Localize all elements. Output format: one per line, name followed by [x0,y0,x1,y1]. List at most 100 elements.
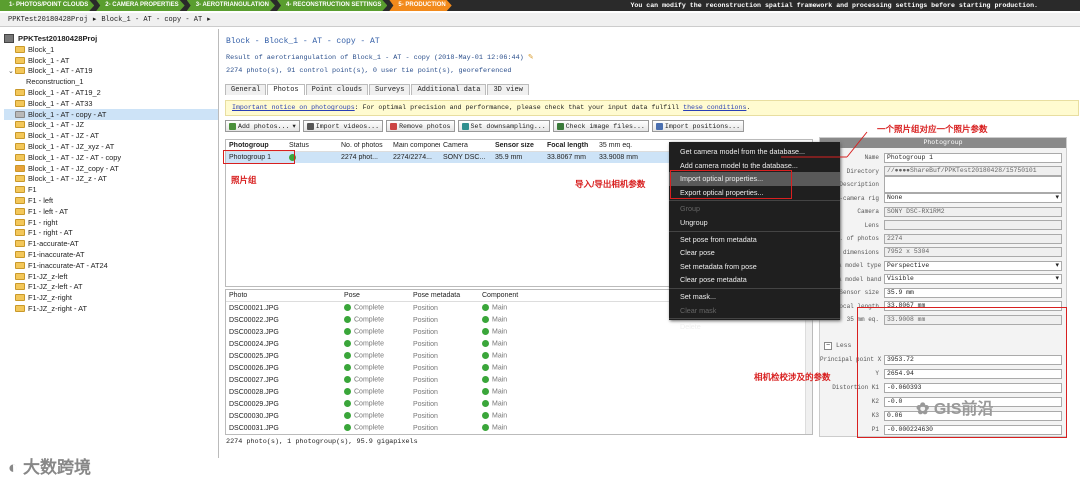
col-pose-metadata[interactable]: Pose metadata [410,292,479,299]
table-row[interactable]: DSC00024.JPG Complete Position Main [226,338,812,350]
cell-pose-metadata: Position [410,377,479,384]
table-row[interactable]: DSC00031.JPG Complete Position Main [226,422,812,434]
breadcrumb-project[interactable]: PPKTest20180428Proj [8,16,88,24]
tree-item[interactable]: F1-JZ_z-left - AT [4,282,218,293]
tab-surveys[interactable]: Surveys [369,84,411,95]
set-downsampling-button[interactable]: Set downsampling... [457,120,550,132]
tab-3d-view[interactable]: 3D view [487,84,529,95]
tree-item-label: Block_1 - AT - JZ [28,120,84,130]
tree-item[interactable]: Block_1 - AT - AT33 [4,98,218,109]
menu-item[interactable]: Set mask... [669,290,840,304]
col-pose[interactable]: Pose [341,292,410,299]
menu-item[interactable]: Delete [669,320,840,334]
col-sensor-size[interactable]: Sensor size [492,142,544,149]
import-positions-button[interactable]: Import positions... [651,120,745,132]
annotation-arrow [781,131,868,158]
property-dropdown[interactable]: None [884,193,1062,203]
tree-item[interactable]: F1-inaccurate-AT - AT24 [4,260,218,271]
menu-item[interactable]: Set metadata from pose [669,260,840,274]
property-field[interactable]: 35.9 mm [884,287,1062,298]
import-videos-button[interactable]: Import videos... [302,120,384,132]
table-row[interactable]: DSC00025.JPG Complete Position Main [226,350,812,362]
status-ok-icon [344,304,351,312]
menu-item[interactable]: Clear pose metadata [669,273,840,287]
col-no-photos[interactable]: No. of photos [338,142,390,149]
tree-item[interactable]: F1 - left - AT [4,206,218,217]
step-reconstruction-settings[interactable]: 4- RECONSTRUCTION SETTINGS [277,0,387,11]
edit-pencil-icon[interactable]: ✎ [528,54,534,62]
col-focal-length[interactable]: Focal length [544,142,596,149]
tab-additional-data[interactable]: Additional data [411,84,487,95]
property-field[interactable]: Photogroup 1 [884,152,1062,163]
tree-item[interactable]: Block_1 - AT - JZ_xyz - AT [4,141,218,152]
tree-item[interactable]: Block_1 - AT - AT19_2 [4,87,218,98]
breadcrumb-block[interactable]: Block_1 - AT - copy - AT [101,16,202,24]
menu-item[interactable]: Clear pose [669,246,840,260]
col-component[interactable]: Component [479,292,559,299]
tree-item[interactable]: Block_1 - AT - JZ - AT - copy [4,152,218,163]
col-status[interactable]: Status [286,142,338,149]
collapse-icon[interactable]: − [824,341,832,350]
property-dropdown[interactable]: Visible [884,274,1062,284]
remove-photos-button[interactable]: Remove photos [386,120,455,132]
table-row[interactable]: DSC00026.JPG Complete Position Main [226,362,812,374]
menu-item[interactable]: Set pose from metadata [669,233,840,247]
col-35mm-eq[interactable]: 35 mm eq. [596,142,656,149]
check-image-files-label: Check image files... [565,122,645,130]
cell-no-photos: 2274 phot... [341,154,378,161]
tree-item[interactable]: Block_1 [4,44,218,55]
col-camera[interactable]: Camera [440,142,492,149]
step-aerotriangulation[interactable]: 3- AEROTRIANGULATION [187,0,275,11]
cell-pose: Complete [341,340,410,348]
cell-pose: Complete [341,424,410,432]
cell-text: Main [492,352,508,360]
tab-general[interactable]: General [225,84,267,95]
tree-item[interactable]: F1-JZ_z-right [4,292,218,303]
tree-item[interactable]: F1-inaccurate-AT [4,249,218,260]
tree-item[interactable]: F1 - right - AT [4,228,218,239]
cell-photo: DSC00023.JPG [226,329,341,336]
table-row[interactable]: DSC00030.JPG Complete Position Main [226,410,812,422]
property-field[interactable] [884,176,1062,193]
tree-item[interactable]: F1-accurate-AT [4,238,218,249]
tree-item[interactable]: F1 - left [4,195,218,206]
check-image-files-button[interactable]: Check image files... [552,120,649,132]
menu-item[interactable]: Ungroup [669,216,840,230]
col-photo[interactable]: Photo [226,292,341,299]
tree-item[interactable]: F1-JZ_z-right - AT [4,303,218,314]
step-production[interactable]: 5- PRODUCTION [389,0,451,11]
tree-item[interactable]: Block_1 - AT - JZ - AT [4,130,218,141]
tree-item-label: F1-JZ_z-right [28,293,72,303]
notice-label-link[interactable]: Important notice on photogroups [232,104,355,111]
folder-icon [15,67,25,75]
tree-root[interactable]: PPKTest20180428Proj [4,33,218,44]
step-camera-properties[interactable]: 2- CAMERA PROPERTIES [96,0,184,11]
tree-item[interactable]: Reconstruction_1 [4,76,218,87]
tree-item[interactable]: Block_1 - AT - JZ [4,120,218,131]
chevron-down-icon[interactable]: ⌄ [8,67,15,75]
tree-item[interactable]: ⌄ Block_1 - AT - AT19 [4,66,218,77]
property-row: Sensor size 35.9 mm [820,287,1068,298]
tree-item[interactable]: Block_1 - AT - JZ_copy - AT [4,163,218,174]
tree-item[interactable]: F1 [4,184,218,195]
col-photogroup[interactable]: Photogroup [226,142,286,149]
tree-item[interactable]: Block_1 - AT - JZ_z - AT [4,174,218,185]
tab-point-clouds[interactable]: Point clouds [305,84,369,95]
tree-item[interactable]: Block_1 - AT - copy - AT [4,108,218,120]
tree-item[interactable]: Block_1 - AT [4,55,218,66]
property-dropdown[interactable]: Perspective [884,260,1062,271]
tree-item[interactable]: F1 - right [4,217,218,228]
add-photos-button[interactable]: Add photos... ▾ [225,120,300,132]
cell-text: DSC00030.JPG [229,412,279,420]
table-row[interactable]: DSC00027.JPG Complete Position Main [226,374,812,386]
tree-item[interactable]: F1-JZ_z-left [4,271,218,282]
table-row[interactable]: DSC00029.JPG Complete Position Main [226,398,812,410]
folder-icon [15,294,25,302]
step-photos[interactable]: 1- PHOTOS/POINT CLOUDS [0,0,94,11]
tree-item-label: F1-JZ_z-left - AT [28,282,83,292]
col-main-component[interactable]: Main component [390,142,440,149]
cell-photo: DSC00024.JPG [226,341,341,348]
conditions-link[interactable]: these conditions [683,104,746,111]
table-row[interactable]: DSC00028.JPG Complete Position Main [226,386,812,398]
tab-photos[interactable]: Photos [267,84,305,95]
